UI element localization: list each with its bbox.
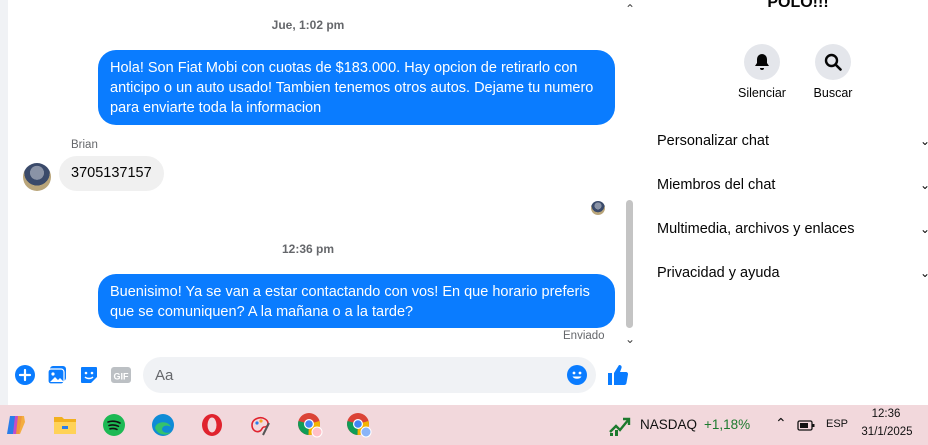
image-icon[interactable] [46, 364, 68, 386]
edge-icon[interactable] [148, 410, 178, 440]
opera-icon[interactable] [197, 410, 227, 440]
chevron-down-icon: ⌄ [919, 178, 928, 192]
search-icon [815, 44, 851, 80]
taskbar: NASDAQ +1,18% ⌃ ESP 12:36 31/1/2025 [0, 405, 928, 445]
seen-avatar [591, 201, 605, 215]
menu-chat-members[interactable]: Miembros del chat ⌄ [657, 170, 928, 200]
outgoing-message[interactable]: Buenisimo! Ya se van a estar contactando… [98, 274, 615, 328]
menu-item-label: Privacidad y ayuda [657, 265, 780, 281]
copilot-icon[interactable] [1, 410, 31, 440]
scroll-down-arrow-icon[interactable]: ⌄ [623, 332, 637, 346]
scrollbar-thumb[interactable] [626, 200, 633, 328]
clock-time[interactable]: 12:36 [858, 408, 914, 420]
message-input[interactable] [143, 357, 596, 393]
paint-icon[interactable] [246, 410, 276, 440]
avatar[interactable] [23, 163, 51, 191]
menu-item-label: Miembros del chat [657, 177, 776, 193]
mute-button[interactable]: Silenciar [727, 44, 797, 100]
bell-icon [744, 44, 780, 80]
menu-item-label: Multimedia, archivos y enlaces [657, 221, 855, 237]
message-status: Enviado [563, 330, 605, 342]
chat-left-edge [0, 0, 8, 405]
language-indicator[interactable]: ESP [826, 418, 848, 430]
file-explorer-icon[interactable] [50, 410, 80, 440]
chat-pane: ⌃ ⌄ Jue, 1:02 pm Hola! Son Fiat Mobi con… [0, 0, 640, 405]
stock-change[interactable]: +1,18% [704, 417, 750, 432]
message-timestamp: Jue, 1:02 pm [271, 18, 345, 32]
chat-info-pane: POLO!!! Silenciar Buscar Personalizar ch… [640, 0, 928, 405]
search-label: Buscar [813, 86, 853, 100]
clock-date[interactable]: 31/1/2025 [858, 426, 916, 438]
spotify-icon[interactable] [99, 410, 129, 440]
message-timestamp: 12:36 pm [281, 242, 335, 256]
menu-item-label: Personalizar chat [657, 133, 770, 149]
plus-icon[interactable] [14, 364, 36, 386]
stock-name[interactable]: NASDAQ [640, 417, 697, 432]
svg-text:GIF: GIF [114, 372, 130, 382]
composer: GIF [8, 350, 633, 400]
chevron-up-icon[interactable]: ⌃ [775, 415, 787, 432]
chrome-profile-icon[interactable] [344, 410, 374, 440]
gif-icon[interactable]: GIF [110, 364, 132, 386]
chrome-icon[interactable] [295, 410, 325, 440]
chevron-down-icon: ⌄ [919, 134, 928, 148]
incoming-message[interactable]: 3705137157 [59, 156, 164, 191]
stock-chart-icon[interactable] [608, 414, 632, 436]
sender-name: Brian [71, 139, 98, 151]
chevron-down-icon: ⌄ [919, 266, 928, 280]
menu-privacy-help[interactable]: Privacidad y ayuda ⌄ [657, 258, 928, 288]
menu-media-files-links[interactable]: Multimedia, archivos y enlaces ⌄ [657, 214, 928, 244]
mute-label: Silenciar [738, 86, 786, 100]
outgoing-message[interactable]: Hola! Son Fiat Mobi con cuotas de $183.0… [98, 50, 615, 125]
chevron-down-icon: ⌄ [919, 222, 928, 236]
emoji-icon[interactable] [567, 365, 587, 385]
menu-customize-chat[interactable]: Personalizar chat ⌄ [657, 126, 928, 156]
battery-icon[interactable] [797, 417, 815, 433]
thumbs-up-icon[interactable] [606, 363, 630, 387]
sticker-icon[interactable] [78, 364, 100, 386]
scroll-up-arrow-icon[interactable]: ⌃ [623, 2, 637, 16]
search-button[interactable]: Buscar [798, 44, 868, 100]
chat-title: POLO!!! [767, 0, 829, 11]
